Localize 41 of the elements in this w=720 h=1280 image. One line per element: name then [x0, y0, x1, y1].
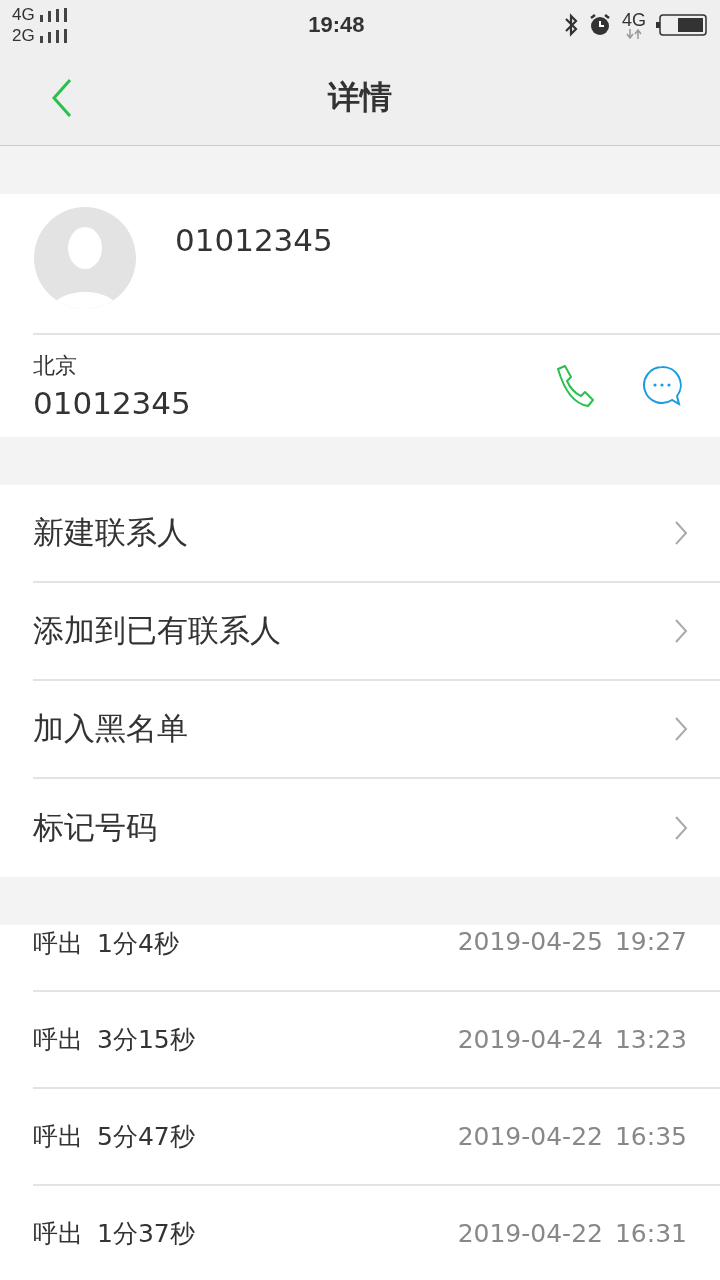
battery-icon: [656, 14, 708, 36]
chevron-icon: [674, 618, 688, 644]
call-type: 呼出: [33, 1218, 83, 1250]
data-arrows-icon: [625, 29, 643, 39]
location-label: 北京: [33, 352, 78, 380]
alarm-icon: [588, 13, 612, 37]
call-time: 19:27: [614, 927, 687, 956]
clock-time: 19:48: [307, 12, 366, 38]
call-duration: 3分15秒: [97, 1024, 196, 1056]
network-label: 4G: [622, 11, 646, 29]
back-icon: [50, 77, 74, 118]
call-button[interactable]: [554, 365, 594, 407]
chevron-icon: [674, 815, 688, 841]
call-duration: 5分47秒: [97, 1121, 196, 1153]
call-date: 2019-04-25: [457, 927, 603, 956]
call-type: 呼出: [33, 928, 83, 960]
call-time: 16:35: [614, 1122, 687, 1151]
back-button[interactable]: [50, 77, 74, 118]
call-date: 2019-04-22: [457, 1219, 603, 1248]
call-type: 呼出: [33, 1121, 83, 1153]
bluetooth-icon: [564, 13, 578, 37]
network-label: 4G: [12, 4, 35, 25]
chevron-icon: [674, 520, 688, 546]
message-button[interactable]: [642, 365, 682, 407]
contact-name: 01012345: [175, 222, 333, 258]
chevron-icon: [674, 716, 688, 742]
network-label: 2G: [12, 25, 35, 46]
signal-icon: [38, 7, 69, 22]
call-time: 16:31: [614, 1219, 687, 1248]
call-duration: 1分4秒: [97, 928, 180, 960]
call-date: 2019-04-22: [457, 1122, 603, 1151]
call-time: 13:23: [614, 1025, 687, 1054]
phone-number: 01012345: [33, 385, 192, 421]
call-duration: 1分37秒: [97, 1218, 196, 1250]
chat-bubble-icon: [642, 365, 682, 407]
call-date: 2019-04-24: [457, 1025, 603, 1054]
call-type: 呼出: [33, 1024, 83, 1056]
avatar-icon: [33, 206, 137, 310]
page-title: 详情: [328, 76, 392, 118]
phone-icon: [554, 365, 594, 407]
signal-icon: [38, 28, 69, 43]
